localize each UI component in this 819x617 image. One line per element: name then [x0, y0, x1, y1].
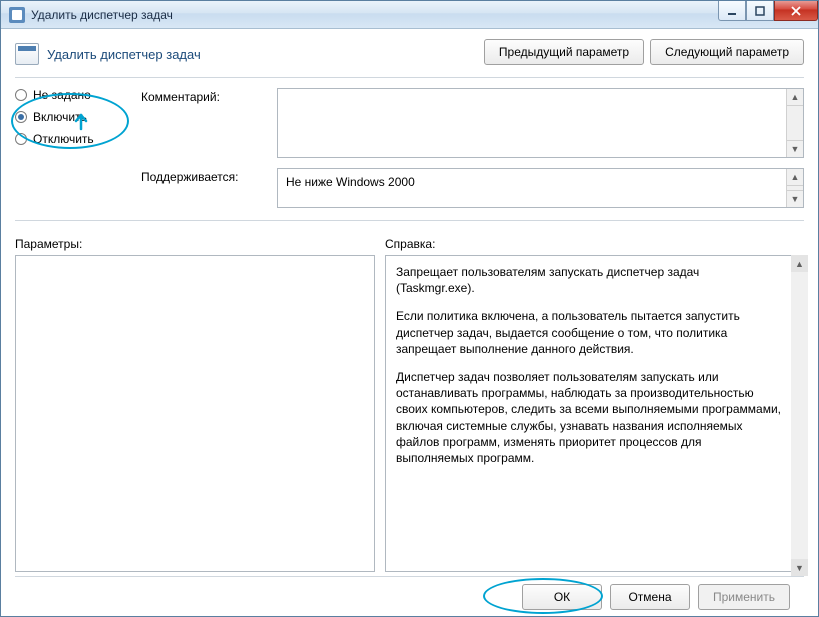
scroll-up-icon[interactable]: ▲: [791, 255, 808, 272]
title-bar: Удалить диспетчер задач: [1, 1, 818, 29]
minimize-icon: [727, 6, 737, 16]
app-icon: [9, 7, 25, 23]
maximize-icon: [755, 6, 765, 16]
window-controls: [718, 1, 818, 21]
panels: Запрещает пользователям запускать диспет…: [15, 255, 804, 576]
policy-icon: [15, 43, 39, 65]
close-button[interactable]: [774, 1, 818, 21]
divider: [15, 220, 804, 221]
window: Удалить диспетчер задач Удалить диспетче…: [0, 0, 819, 617]
window-title: Удалить диспетчер задач: [31, 8, 173, 22]
scroll-down-icon[interactable]: ▼: [787, 140, 803, 157]
header-left: Удалить диспетчер задач: [15, 39, 201, 65]
state-radio-group: Не задано Включить Отключить: [15, 88, 135, 154]
next-setting-button[interactable]: Следующий параметр: [650, 39, 804, 65]
radio-dot-icon: [15, 89, 27, 101]
lower-labels: Параметры: Справка:: [15, 237, 804, 251]
supported-on-box: Не ниже Windows 2000 ▲ ▼: [277, 168, 804, 208]
supported-value: Не ниже Windows 2000: [286, 175, 415, 189]
options-panel: [15, 255, 375, 572]
minimize-button[interactable]: [718, 1, 746, 21]
ok-button[interactable]: ОК: [522, 584, 602, 610]
comment-textarea[interactable]: ▲ ▼: [277, 88, 804, 158]
help-paragraph: Если политика включена, а пользователь п…: [396, 308, 781, 357]
radio-enabled[interactable]: Включить: [15, 110, 135, 124]
radio-not-configured[interactable]: Не задано: [15, 88, 135, 102]
scroll-down-icon[interactable]: ▼: [787, 190, 803, 207]
radio-disabled-label: Отключить: [33, 132, 94, 146]
radio-dot-icon: [15, 111, 27, 123]
footer: ОК Отмена Применить: [15, 576, 804, 616]
upper-grid: Не задано Включить Отключить Комментарий…: [15, 88, 804, 208]
options-section-label: Параметры:: [15, 237, 385, 251]
maximize-button[interactable]: [746, 1, 774, 21]
scroll-up-icon[interactable]: ▲: [787, 169, 803, 186]
radio-not-configured-label: Не задано: [33, 88, 91, 102]
help-paragraph: Запрещает пользователям запускать диспет…: [396, 264, 781, 296]
previous-setting-button[interactable]: Предыдущий параметр: [484, 39, 644, 65]
help-panel: Запрещает пользователям запускать диспет…: [385, 255, 804, 572]
policy-title: Удалить диспетчер задач: [47, 47, 201, 62]
help-paragraph: Диспетчер задач позволяет пользователям …: [396, 369, 781, 466]
radio-dot-icon: [15, 133, 27, 145]
nav-buttons: Предыдущий параметр Следующий параметр: [484, 39, 804, 65]
client-area: Удалить диспетчер задач Предыдущий парам…: [1, 29, 818, 616]
scrollbar[interactable]: ▲ ▼: [786, 89, 803, 157]
radio-enabled-label: Включить: [33, 110, 87, 124]
cancel-button[interactable]: Отмена: [610, 584, 690, 610]
comment-label: Комментарий:: [141, 88, 271, 104]
scroll-down-icon[interactable]: ▼: [791, 559, 808, 576]
close-icon: [790, 6, 802, 16]
supported-label: Поддерживается:: [141, 168, 271, 184]
apply-button[interactable]: Применить: [698, 584, 790, 610]
header-row: Удалить диспетчер задач Предыдущий парам…: [15, 39, 804, 65]
scroll-up-icon[interactable]: ▲: [787, 89, 803, 106]
radio-disabled[interactable]: Отключить: [15, 132, 135, 146]
outer-scrollbar[interactable]: ▲ ▼: [791, 255, 808, 576]
divider: [15, 77, 804, 78]
scrollbar[interactable]: ▲ ▼: [786, 169, 803, 207]
help-section-label: Справка:: [385, 237, 804, 251]
